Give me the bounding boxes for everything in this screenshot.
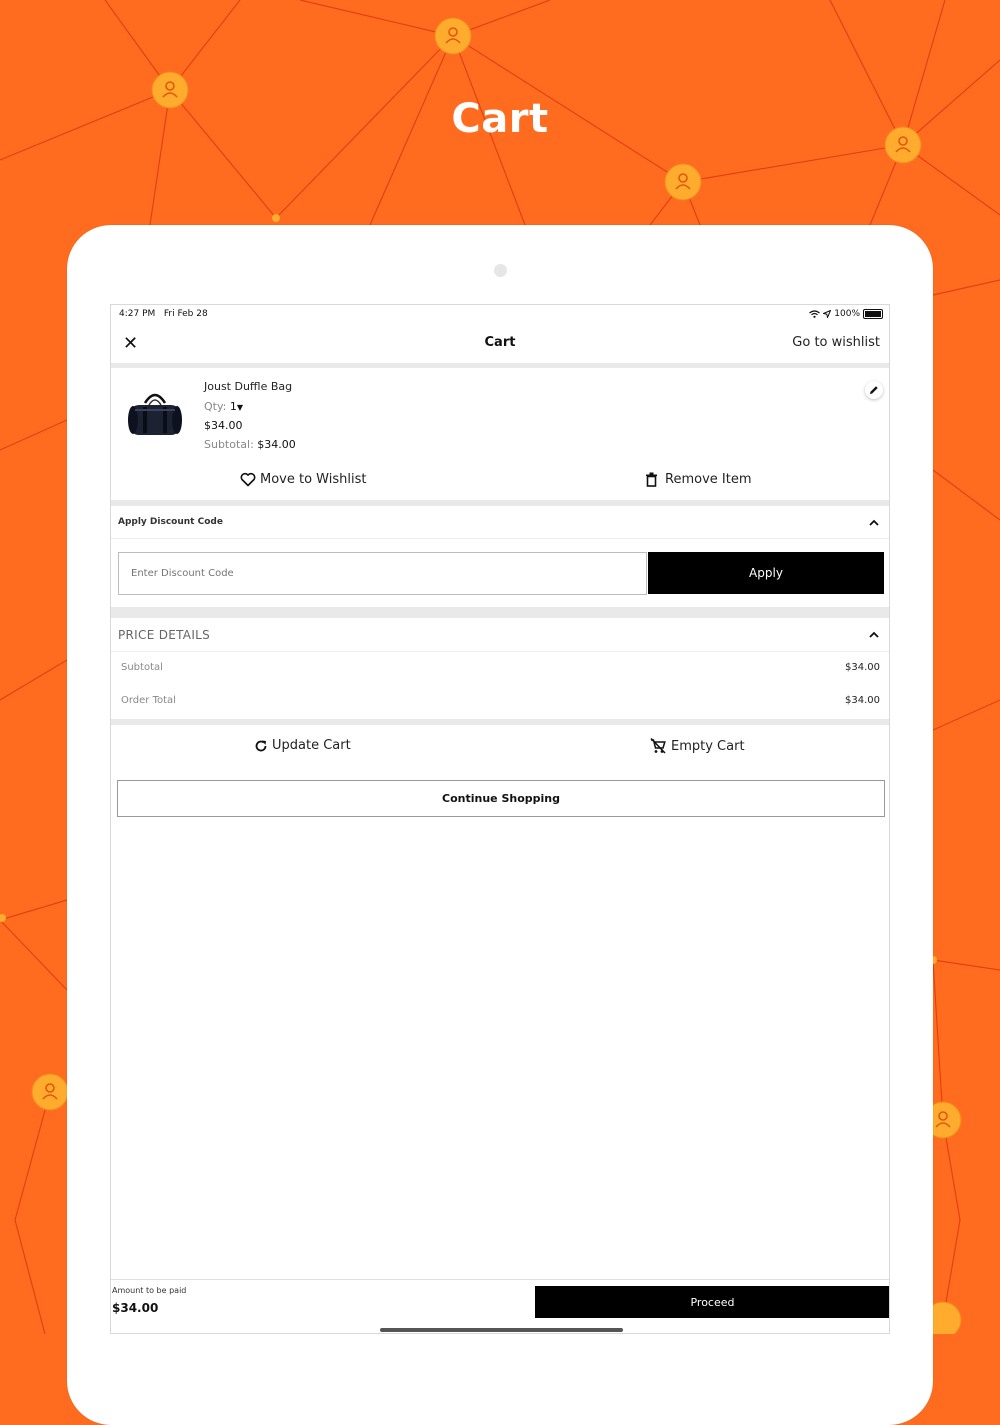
remove-item-button[interactable]: Remove Item <box>645 472 751 487</box>
empty-cart-label: Empty Cart <box>671 738 745 754</box>
remove-cart-icon <box>650 738 666 754</box>
subtotal-label: Subtotal: <box>204 438 254 451</box>
status-date-text: Fri Feb 28 <box>163 309 208 319</box>
trash-icon <box>646 472 657 487</box>
status-bar: 4:27 PM Fri Feb 28 100% <box>111 305 889 325</box>
status-time: 4:27 PM Fri Feb 28 <box>119 309 208 319</box>
order-total-row-label: Order Total <box>121 695 176 706</box>
nav-title: Cart <box>484 335 516 350</box>
divider <box>111 363 889 368</box>
amount-value: $34.00 <box>112 1301 159 1315</box>
move-to-wishlist-button[interactable]: Move to Wishlist <box>240 472 366 487</box>
edit-item-button[interactable] <box>865 381 883 399</box>
subtotal-row-label: Subtotal <box>121 662 163 673</box>
apply-button[interactable]: Apply <box>648 552 884 594</box>
discount-section-label: Apply Discount Code <box>118 517 223 527</box>
product-subtotal: Subtotal: $34.00 <box>204 438 296 451</box>
heart-icon <box>240 472 256 487</box>
status-right: 100% <box>809 309 883 319</box>
camera-dot <box>494 264 507 277</box>
pencil-icon <box>870 386 878 394</box>
divider <box>111 500 889 506</box>
product-image <box>128 393 182 435</box>
divider <box>111 538 889 539</box>
proceed-button[interactable]: Proceed <box>535 1286 889 1318</box>
price-details-heading: PRICE DETAILS <box>118 628 211 642</box>
qty-label: Qty: <box>204 400 227 413</box>
app-screen: 4:27 PM Fri Feb 28 100% ✕ Cart Go to wis… <box>110 304 890 1334</box>
move-to-wishlist-label: Move to Wishlist <box>260 472 367 487</box>
qty-value: 1 <box>229 400 237 413</box>
quantity-selector[interactable]: Qty: 1▼ <box>204 400 243 413</box>
chevron-up-icon[interactable] <box>869 631 879 638</box>
page-title: Cart <box>451 96 549 142</box>
location-icon <box>823 310 832 318</box>
home-indicator[interactable] <box>380 1328 623 1332</box>
discount-code-input[interactable] <box>118 552 647 595</box>
divider <box>111 607 889 618</box>
wifi-icon <box>809 310 821 318</box>
divider <box>111 719 889 725</box>
update-cart-label: Update Cart <box>272 738 351 753</box>
empty-cart-button[interactable]: Empty Cart <box>650 738 745 754</box>
product-name[interactable]: Joust Duffle Bag <box>204 380 292 393</box>
status-time-text: 4:27 PM <box>119 309 156 319</box>
caret-down-icon: ▼ <box>236 403 244 412</box>
battery-percent: 100% <box>834 309 860 319</box>
chevron-up-icon[interactable] <box>869 519 879 526</box>
go-to-wishlist-link[interactable]: Go to wishlist <box>792 335 880 350</box>
product-price: $34.00 <box>204 419 243 432</box>
nav-bar: ✕ Cart Go to wishlist <box>111 325 889 364</box>
refresh-icon <box>255 740 267 751</box>
update-cart-button[interactable]: Update Cart <box>254 738 351 753</box>
divider <box>111 651 889 652</box>
subtotal-value: $34.00 <box>257 438 296 451</box>
subtotal-row-value: $34.00 <box>845 662 880 673</box>
order-total-row-value: $34.00 <box>845 695 880 706</box>
amount-label: Amount to be paid <box>112 1286 187 1295</box>
continue-shopping-button[interactable]: Continue Shopping <box>117 780 885 817</box>
battery-icon <box>863 309 883 319</box>
remove-item-label: Remove Item <box>665 472 752 487</box>
